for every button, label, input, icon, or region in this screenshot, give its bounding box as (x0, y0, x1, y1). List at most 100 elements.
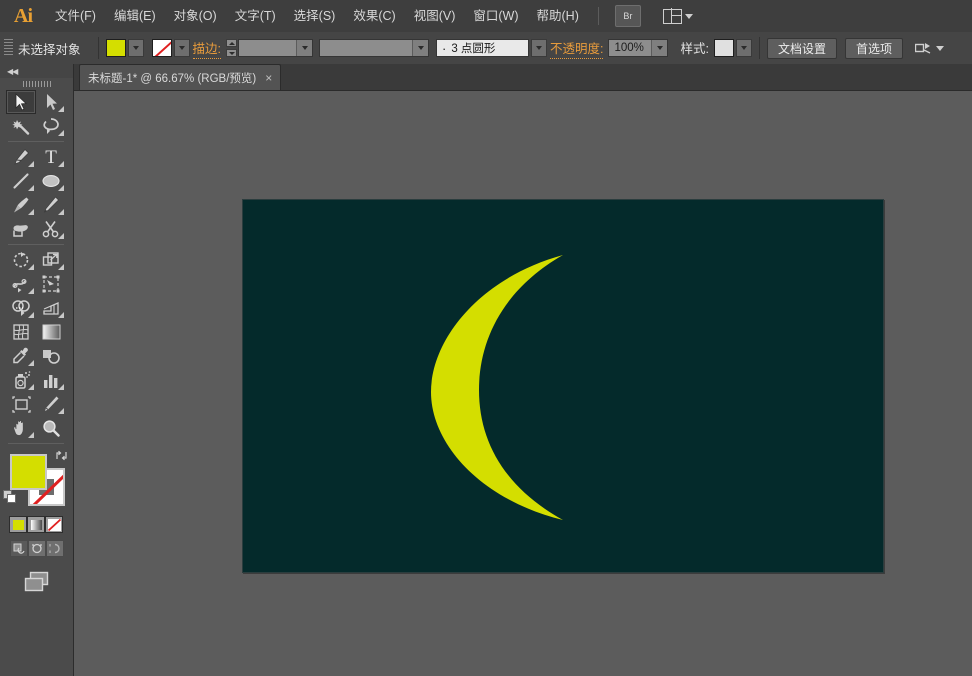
symbol-sprayer-tool[interactable] (6, 368, 36, 392)
canvas-workspace[interactable] (74, 91, 972, 676)
opacity-dropdown[interactable] (651, 40, 668, 56)
menu-view[interactable]: 视图(V) (405, 0, 465, 32)
zoom-tool[interactable] (36, 416, 66, 440)
fill-swatch[interactable] (105, 39, 126, 57)
stroke-weight-label[interactable]: 描边: (192, 38, 221, 59)
change-screen-mode-button[interactable] (0, 571, 73, 593)
tool-grid-1 (6, 90, 66, 138)
menu-edit[interactable]: 编辑(E) (105, 0, 165, 32)
tools-panel-grip[interactable] (0, 78, 73, 90)
document-setup-button[interactable]: 文档设置 (766, 37, 837, 59)
stepper-up-button[interactable] (226, 39, 237, 47)
document-arrange-control[interactable] (915, 42, 944, 55)
menu-help[interactable]: 帮助(H) (528, 0, 588, 32)
paintbrush-tool[interactable] (6, 193, 36, 217)
none-button[interactable] (45, 516, 63, 533)
artboard-tool[interactable] (6, 392, 36, 416)
color-swatch-button[interactable] (9, 516, 27, 533)
tool-flyout-indicator (28, 360, 34, 366)
menu-effect[interactable]: 效果(C) (344, 0, 404, 32)
scale-tool[interactable] (36, 248, 66, 272)
tool-flyout-indicator (28, 161, 34, 167)
graphic-style-dropdown[interactable] (735, 39, 752, 57)
tool-flyout-indicator (58, 408, 64, 414)
fill-dropdown-button[interactable] (127, 39, 144, 57)
pen-tool[interactable] (6, 145, 36, 169)
draw-inside-icon (49, 543, 60, 554)
mesh-tool[interactable] (6, 320, 36, 344)
control-bar: 未选择对象 描边: · 3 点圆形 不透明度: 100% 样式: 文档设置 首选… (0, 32, 972, 65)
crescent-moon-shape[interactable] (243, 200, 885, 574)
document-tab[interactable]: 未标题-1* @ 66.67% (RGB/预览) × (79, 64, 282, 90)
line-segment-tool[interactable] (6, 169, 36, 193)
magic-wand-tool[interactable] (6, 114, 36, 138)
change-screen-mode-icon (24, 571, 48, 592)
shape-builder-tool[interactable] (6, 296, 36, 320)
tool-flyout-indicator (28, 185, 34, 191)
control-divider (97, 37, 99, 59)
width-tool[interactable] (6, 272, 36, 296)
stroke-color-control[interactable] (151, 39, 190, 57)
gradient-tool[interactable] (36, 320, 66, 344)
pencil-tool[interactable] (36, 193, 66, 217)
hand-tool[interactable] (6, 416, 36, 440)
blend-tool[interactable] (36, 344, 66, 368)
swap-fill-stroke-icon[interactable] (55, 450, 68, 461)
app-logo: Ai (14, 4, 33, 27)
arrange-documents-button[interactable] (662, 7, 693, 25)
fill-control[interactable] (105, 39, 144, 57)
ellipse-tool[interactable] (36, 169, 66, 193)
blob-brush-tool[interactable] (6, 217, 36, 241)
menu-window[interactable]: 窗口(W) (464, 0, 527, 32)
menu-file[interactable]: 文件(F) (46, 0, 105, 32)
graphic-style-swatch[interactable] (713, 39, 734, 57)
slice-tool[interactable] (36, 392, 66, 416)
stroke-weight-input[interactable] (238, 39, 313, 57)
draw-normal-icon (13, 543, 25, 554)
opacity-label[interactable]: 不透明度: (550, 38, 604, 59)
control-bar-grip[interactable] (4, 39, 13, 57)
tool-flyout-indicator (28, 288, 34, 294)
direct-selection-tool[interactable] (36, 90, 66, 114)
type-tool[interactable]: T (36, 145, 66, 169)
menu-object[interactable]: 对象(O) (165, 0, 226, 32)
perspective-grid-tool[interactable] (36, 296, 66, 320)
eyedropper-tool[interactable] (6, 344, 36, 368)
stroke-weight-dropdown[interactable] (296, 40, 312, 56)
opacity-input[interactable]: 100% (608, 39, 669, 57)
eraser-tool[interactable] (36, 217, 66, 241)
brush-definition-select[interactable]: · 3 点圆形 (436, 39, 529, 57)
close-icon[interactable]: × (265, 72, 272, 84)
chevron-down-icon (178, 46, 185, 50)
stroke-profile-select[interactable] (319, 39, 429, 57)
collapse-panel-button[interactable]: ◀◀ (0, 64, 73, 78)
stroke-weight-stepper[interactable] (226, 39, 237, 57)
chevron-down-icon (536, 46, 542, 50)
draw-behind-button[interactable] (28, 540, 46, 557)
lasso-tool[interactable] (36, 114, 66, 138)
stepper-down-button[interactable] (226, 49, 237, 57)
stroke-swatch-none[interactable] (151, 39, 172, 57)
draw-inside-button[interactable] (46, 540, 64, 557)
gradient-button[interactable] (27, 516, 45, 533)
bridge-button[interactable]: Br (614, 5, 641, 27)
brush-definition-value: 3 点圆形 (451, 43, 496, 55)
artboard[interactable] (242, 199, 884, 573)
rotate-tool[interactable] (6, 248, 36, 272)
arrange-panels-icon (915, 42, 931, 54)
free-transform-tool[interactable] (36, 272, 66, 296)
stroke-profile-dropdown[interactable] (412, 40, 428, 56)
menu-type[interactable]: 文字(T) (226, 0, 285, 32)
fill-swatch-large[interactable] (10, 454, 47, 490)
default-fill-stroke-icon[interactable] (3, 490, 17, 504)
draw-normal-button[interactable] (10, 540, 28, 557)
direct-selection-arrow-icon (46, 94, 57, 110)
preferences-button[interactable]: 首选项 (844, 37, 903, 59)
column-graph-tool[interactable] (36, 368, 66, 392)
chevron-down-icon (132, 46, 139, 50)
stroke-dropdown-button[interactable] (173, 39, 190, 57)
brush-definition-dropdown[interactable] (531, 39, 547, 57)
menu-select[interactable]: 选择(S) (285, 0, 345, 32)
selection-tool[interactable] (6, 90, 36, 114)
fill-stroke-indicator (0, 448, 73, 510)
